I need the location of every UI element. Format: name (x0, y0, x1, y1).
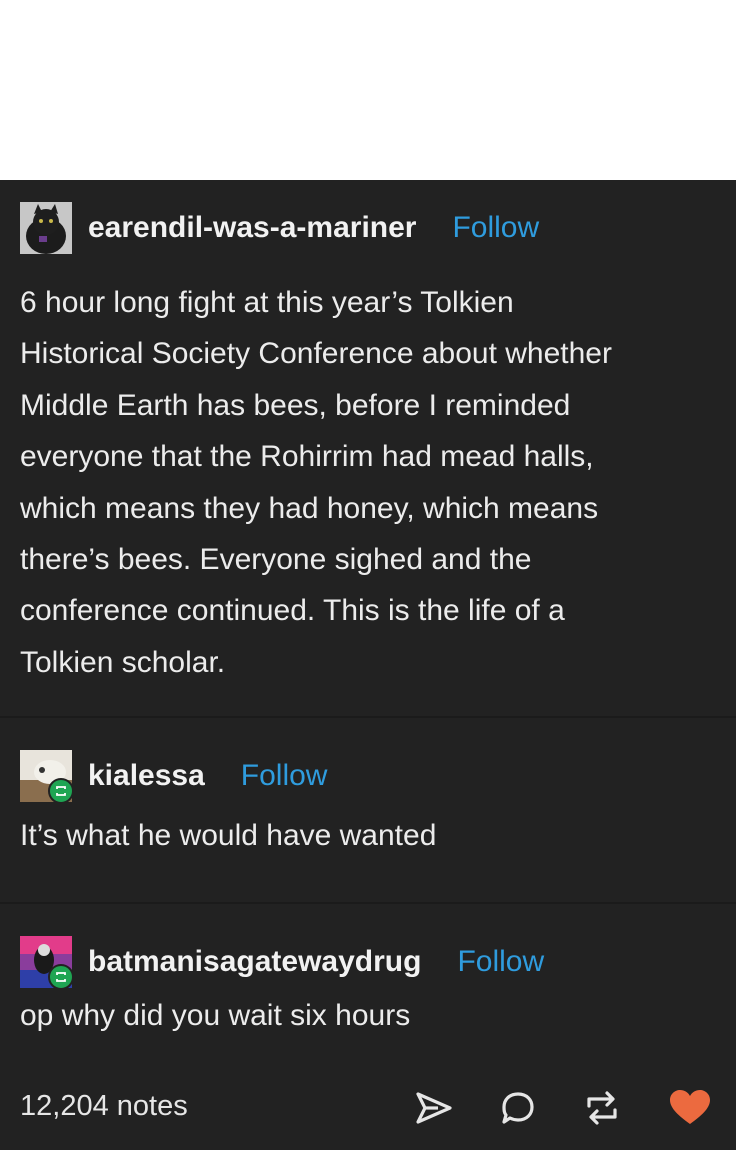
username[interactable]: batmanisagatewaydrug (88, 945, 421, 979)
username[interactable]: kialessa (88, 759, 205, 793)
reblog-badge-icon (48, 964, 74, 990)
reblog-text: op why did you wait six hours (20, 999, 411, 1032)
post-footer: 12,204 notes (0, 1080, 736, 1136)
reblog-comment: kialessa Follow It’s what he would have … (0, 718, 736, 902)
reblog-header: batmanisagatewaydrug Follow (20, 934, 544, 990)
reblog-header: kialessa Follow (20, 748, 327, 804)
username[interactable]: earendil-was-a-mariner (88, 211, 416, 245)
post-line: Tolkien scholar. (20, 645, 226, 679)
avatar[interactable] (20, 202, 72, 254)
follow-button[interactable]: Follow (457, 945, 544, 979)
post-line: Middle Earth has bees, before I reminded (20, 388, 571, 422)
post-line: there’s bees. Everyone sighed and the (20, 543, 532, 577)
notes-count[interactable]: 12,204 notes (20, 1090, 188, 1123)
post-line: everyone that the Rohirrim had mead hall… (20, 440, 594, 474)
reply-icon[interactable] (498, 1088, 538, 1128)
reblog-badge-icon (48, 778, 74, 804)
like-heart-icon[interactable] (668, 1088, 710, 1128)
reblog-comment: batmanisagatewaydrug Follow op why did y… (0, 904, 736, 1080)
share-icon[interactable] (414, 1088, 454, 1128)
avatar[interactable] (20, 750, 74, 804)
post-line: Historical Society Conference about whet… (20, 337, 612, 371)
post-line: which means they had honey, which means (20, 491, 599, 525)
reblog-text: It’s what he would have wanted (20, 819, 437, 852)
post-line: conference continued. This is the life o… (20, 594, 565, 628)
original-post: earendil-was-a-mariner Follow 6 hour lon… (0, 180, 736, 716)
follow-button[interactable]: Follow (452, 211, 539, 245)
tumblr-post: earendil-was-a-mariner Follow 6 hour lon… (0, 180, 736, 1150)
avatar[interactable] (20, 936, 74, 990)
follow-button[interactable]: Follow (241, 759, 328, 793)
reblog-icon[interactable] (582, 1088, 622, 1128)
post-line: 6 hour long fight at this year’s Tolkien (20, 286, 514, 319)
post-body: 6 hour long fight at this year’s Tolkien… (20, 277, 720, 688)
post-header: earendil-was-a-mariner Follow (20, 200, 539, 256)
